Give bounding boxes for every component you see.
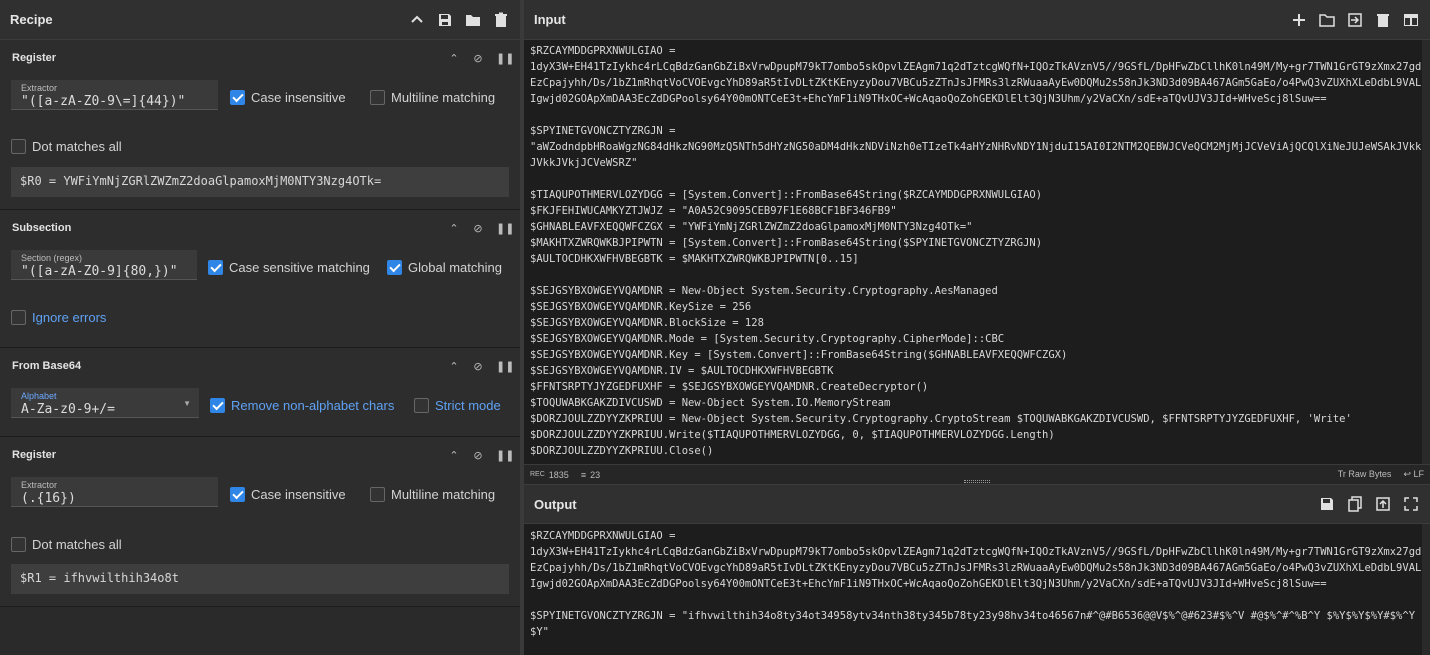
trash-icon[interactable]: [1374, 11, 1392, 29]
output-header: Output: [524, 484, 1430, 524]
raw-bytes-toggle[interactable]: Tr Raw Bytes: [1338, 469, 1392, 480]
extractor-label: Extractor: [21, 83, 58, 93]
op-title: Subsection: [12, 222, 72, 234]
op-title: From Base64: [12, 360, 82, 372]
chevron-up-icon[interactable]: ⌃: [448, 360, 460, 373]
disable-icon[interactable]: ⊘: [472, 52, 484, 65]
input-textarea[interactable]: $RZCAYMDDGPRXNWULGIAO = 1dyX3W+EH41TzIyk…: [524, 40, 1430, 464]
recipe-title: Recipe: [10, 12, 53, 27]
op-title: Register: [12, 52, 57, 64]
pause-icon[interactable]: ❚❚: [496, 449, 514, 462]
strict-mode-checkbox[interactable]: Strict mode: [414, 398, 501, 413]
extractor-field[interactable]: Extractor "([a-zA-Z0-9\=]{44})": [11, 80, 218, 110]
import-icon[interactable]: [1346, 11, 1364, 29]
chevron-up-icon[interactable]: [408, 11, 426, 29]
register-result: $R1 = ifhvwilthih34o8t: [11, 564, 509, 594]
disable-icon[interactable]: ⊘: [472, 360, 484, 373]
multiline-checkbox[interactable]: Multiline matching: [370, 487, 495, 502]
section-label: Section (regex): [21, 253, 83, 263]
alphabet-label: Alphabet: [21, 391, 57, 401]
save-icon[interactable]: [1318, 495, 1336, 513]
op-subsection: Subsection ⌃ ⊘ ❚❚ Section (regex) "([a-z…: [0, 210, 520, 348]
input-header: Input: [524, 0, 1430, 40]
resize-grip[interactable]: [964, 480, 990, 483]
recipe-header: Recipe: [0, 0, 520, 40]
return-icon: ↩: [1403, 469, 1414, 479]
dot-matches-all-checkbox[interactable]: Dot matches all: [11, 537, 122, 552]
line-count: 23: [590, 469, 601, 480]
disable-icon[interactable]: ⊘: [472, 222, 484, 235]
case-sensitive-checkbox[interactable]: Case sensitive matching: [208, 260, 370, 275]
dot-matches-all-checkbox[interactable]: Dot matches all: [11, 139, 122, 154]
section-value: "([a-zA-Z0-9]{80,})": [21, 264, 178, 279]
multiline-checkbox[interactable]: Multiline matching: [370, 90, 495, 105]
pause-icon[interactable]: ❚❚: [496, 52, 514, 65]
output-textarea[interactable]: $RZCAYMDDGPRXNWULGIAO = 1dyX3W+EH41TzIyk…: [524, 524, 1430, 655]
eol-toggle[interactable]: ↩ LF: [1403, 469, 1424, 480]
io-panel: Input $RZCAYMDDGPRXNWULGIAO = 1dyX3W+EH4…: [524, 0, 1430, 655]
case-insensitive-checkbox[interactable]: Case insensitive: [230, 90, 346, 105]
alphabet-select[interactable]: Alphabet A-Za-z0-9+/= ▼: [11, 388, 199, 418]
disable-icon[interactable]: ⊘: [472, 449, 484, 462]
char-count-label: REC: [530, 471, 545, 478]
op-register-2: Register ⌃ ⊘ ❚❚ Extractor (.{16}) Case i…: [0, 437, 520, 607]
case-insensitive-checkbox[interactable]: Case insensitive: [230, 487, 346, 502]
replace-input-icon[interactable]: [1374, 495, 1392, 513]
add-icon[interactable]: [1290, 11, 1308, 29]
section-regex-field[interactable]: Section (regex) "([a-zA-Z0-9]{80,})": [11, 250, 197, 280]
input-text: $RZCAYMDDGPRXNWULGIAO = 1dyX3W+EH41TzIyk…: [530, 45, 1422, 457]
op-title: Register: [12, 449, 57, 461]
char-count: 1835: [548, 469, 569, 480]
maximize-icon[interactable]: [1402, 495, 1420, 513]
pause-icon[interactable]: ❚❚: [496, 360, 514, 373]
input-scrollbar[interactable]: [1422, 40, 1430, 464]
op-from-base64: From Base64 ⌃ ⊘ ❚❚ Alphabet A-Za-z0-9+/=…: [0, 348, 520, 437]
output-scrollbar[interactable]: [1422, 524, 1430, 655]
chevron-up-icon[interactable]: ⌃: [448, 222, 460, 235]
save-icon[interactable]: [436, 11, 454, 29]
chevron-up-icon[interactable]: ⌃: [448, 52, 460, 65]
dropdown-arrow-icon: ▼: [183, 399, 191, 408]
input-title: Input: [534, 12, 566, 27]
folder-icon[interactable]: [464, 11, 482, 29]
line-count-label: ≡: [580, 469, 587, 480]
trash-icon[interactable]: [492, 11, 510, 29]
ignore-errors-checkbox[interactable]: Ignore errors: [11, 310, 106, 325]
extractor-value: "([a-zA-Z0-9\=]{44})": [21, 94, 186, 109]
op-register-1: Register ⌃ ⊘ ❚❚ Extractor "([a-zA-Z0-9\=…: [0, 40, 520, 210]
open-folder-icon[interactable]: [1318, 11, 1336, 29]
layout-icon[interactable]: [1402, 11, 1420, 29]
recipe-panel: Recipe Register ⌃ ⊘ ❚❚ Extractor "([a-zA…: [0, 0, 520, 655]
copy-icon[interactable]: [1346, 495, 1364, 513]
remove-non-alphabet-checkbox[interactable]: Remove non-alphabet chars: [210, 398, 394, 413]
extractor-field[interactable]: Extractor (.{16}): [11, 477, 218, 507]
extractor-label: Extractor: [21, 480, 58, 490]
text-encoding-icon: Tr: [1337, 469, 1349, 479]
global-matching-checkbox[interactable]: Global matching: [387, 260, 502, 275]
register-result: $R0 = YWFiYmNjZGRlZWZmZ2doaGlpamoxMjM0NT…: [11, 167, 509, 197]
output-title: Output: [534, 496, 577, 512]
chevron-up-icon[interactable]: ⌃: [448, 449, 460, 462]
alphabet-value: A-Za-z0-9+/=: [21, 402, 115, 417]
pause-icon[interactable]: ❚❚: [496, 222, 514, 235]
output-text: $RZCAYMDDGPRXNWULGIAO = 1dyX3W+EH41TzIyk…: [530, 530, 1422, 638]
extractor-value: (.{16}): [21, 491, 76, 506]
